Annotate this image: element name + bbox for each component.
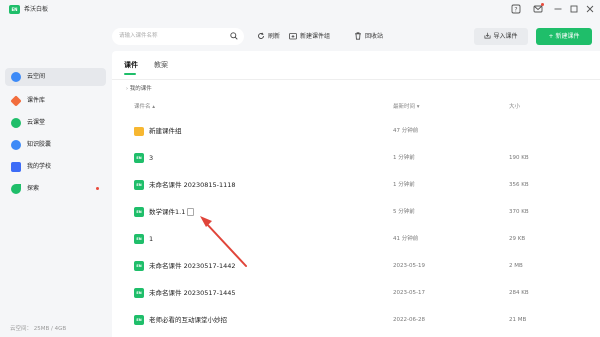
file-row[interactable]: EN 数学课件1.1 5 分钟前 370 KB: [112, 199, 600, 225]
breadcrumb-label: 我的课件: [129, 86, 152, 92]
copy-icon[interactable]: [187, 208, 194, 216]
recycle-bin-label: 回收站: [365, 33, 384, 40]
rocket-icon: [11, 184, 21, 194]
row-name: 老师必看的互动课堂小妙招: [149, 316, 227, 324]
row-time: 1 分钟前: [393, 155, 415, 161]
sidebar-item-label: 我的学校: [27, 163, 52, 170]
row-size: 356 KB: [509, 182, 529, 188]
storage-usage: 云空间： 25MB / 4GB: [10, 326, 67, 332]
close-icon[interactable]: [584, 3, 596, 15]
file-row[interactable]: EN 3 1 分钟前 190 KB: [112, 145, 600, 171]
column-header-size: 大小: [509, 104, 521, 110]
app-title: 希沃白板: [24, 6, 49, 13]
row-name: 1: [149, 235, 154, 243]
active-tab-indicator: [124, 73, 136, 75]
tab-lesson-plans[interactable]: 教案: [154, 58, 168, 72]
sidebar-item-knowledge-capsule[interactable]: 知识胶囊: [5, 136, 106, 154]
row-size: 29 KB: [509, 236, 526, 242]
new-group-label: 新建课件组: [300, 33, 331, 40]
import-courseware-button[interactable]: 导入课件: [474, 28, 528, 45]
play-icon: [11, 118, 21, 128]
breadcrumb[interactable]: › 我的课件: [126, 84, 152, 94]
search-input[interactable]: 请输入课件名称: [112, 28, 244, 45]
help-icon[interactable]: ?: [510, 3, 522, 15]
refresh-icon: [258, 32, 264, 39]
new-group-button[interactable]: 新建课件组: [289, 28, 330, 45]
cloud-icon: [11, 72, 21, 82]
sidebar-item-cloud-classroom[interactable]: 云课堂: [5, 114, 106, 132]
courseware-file-icon: EN: [134, 234, 144, 244]
import-label: 导入课件: [493, 33, 518, 40]
row-name: 未命名课件 20230517-1445: [149, 289, 236, 297]
file-panel: 课件 教案 › 我的课件 课件名 ▴ 最新时间 ▾ 大小 新建课件组 47 分钟…: [112, 51, 600, 337]
tab-courseware[interactable]: 课件: [124, 58, 138, 72]
school-icon: [11, 162, 21, 172]
courseware-file-icon: EN: [134, 315, 144, 325]
file-row[interactable]: EN 老师必看的互动课堂小妙招 2022-06-28 21 MB: [112, 307, 600, 333]
row-size: 284 KB: [509, 290, 529, 296]
gem-icon: [10, 95, 22, 107]
row-time: 5 分钟前: [393, 209, 415, 215]
minimize-icon[interactable]: [552, 3, 564, 15]
file-row[interactable]: EN 未命名课件 20230517-1442 2023-05-19 2 MB: [112, 253, 600, 279]
folder-icon: [134, 127, 144, 136]
row-size: 2 MB: [509, 263, 523, 269]
title-bar: EN 希沃白板 ?: [0, 0, 600, 20]
sidebar-item-label: 知识胶囊: [27, 141, 52, 148]
row-name: 新建课件组: [149, 127, 182, 135]
import-icon: [485, 32, 491, 39]
row-time: 2023-05-17: [393, 290, 425, 296]
courseware-file-icon: EN: [134, 261, 144, 271]
sidebar-item-explore[interactable]: 探索: [5, 180, 106, 198]
row-name: 数学课件1.1: [149, 208, 186, 216]
search-icon[interactable]: [230, 32, 238, 40]
new-courseware-button[interactable]: + 新建课件: [536, 28, 592, 45]
courseware-file-icon: EN: [134, 153, 144, 163]
svg-text:?: ?: [514, 7, 517, 14]
row-time: 41 分钟前: [393, 236, 419, 242]
row-size: 190 KB: [509, 155, 529, 161]
file-row[interactable]: EN 1 41 分钟前 29 KB: [112, 226, 600, 252]
row-size: 21 MB: [509, 317, 527, 323]
refresh-label: 刷新: [268, 33, 281, 40]
file-row[interactable]: EN 未命名课件 20230517-1445 2023-05-17 284 KB: [112, 280, 600, 306]
capsule-icon: [11, 140, 21, 150]
row-time: 1 分钟前: [393, 182, 415, 188]
file-row[interactable]: EN 未命名课件 20230815-1118 1 分钟前 356 KB: [112, 172, 600, 198]
courseware-file-icon: EN: [134, 288, 144, 298]
recycle-bin-button[interactable]: 回收站: [354, 28, 383, 45]
row-time: 2023-05-19: [393, 263, 425, 269]
row-name: 3: [149, 154, 154, 162]
column-header-time[interactable]: 最新时间 ▾: [393, 102, 420, 112]
notification-dot: [541, 3, 544, 6]
sidebar-item-label: 云空间: [27, 73, 46, 80]
sidebar-item-label: 探索: [27, 185, 40, 192]
refresh-button[interactable]: 刷新: [257, 28, 280, 45]
row-name: 未命名课件 20230517-1442: [149, 262, 236, 270]
courseware-file-icon: EN: [134, 207, 144, 217]
sidebar-item-label: 课件库: [27, 97, 46, 104]
row-name: 未命名课件 20230815-1118: [149, 181, 236, 189]
sidebar-item-label: 云课堂: [27, 119, 46, 126]
divider: [112, 79, 600, 80]
trash-icon: [355, 31, 361, 40]
app-logo-icon: EN: [9, 5, 20, 14]
sidebar-item-my-school[interactable]: 我的学校: [5, 158, 106, 176]
sidebar: 云空间 课件库 云课堂 知识胶囊 我的学校 探索 云空间： 25MB / 4GB: [0, 20, 112, 337]
new-badge-dot: [96, 187, 99, 190]
sidebar-item-cloud-space[interactable]: 云空间: [5, 68, 106, 86]
row-time: 2022-06-28: [393, 317, 425, 323]
column-header-name[interactable]: 课件名 ▴: [134, 102, 155, 112]
mail-icon[interactable]: [532, 3, 544, 15]
folder-row[interactable]: 新建课件组 47 分钟前: [112, 118, 600, 144]
chevron-right-icon: ›: [126, 86, 128, 92]
search-placeholder: 请输入课件名称: [119, 33, 158, 39]
row-size: 370 KB: [509, 209, 529, 215]
courseware-file-icon: EN: [134, 180, 144, 190]
folder-plus-icon: [289, 32, 297, 39]
maximize-icon[interactable]: [568, 3, 580, 15]
sidebar-item-courseware-library[interactable]: 课件库: [5, 92, 106, 110]
row-time: 47 分钟前: [393, 128, 419, 134]
